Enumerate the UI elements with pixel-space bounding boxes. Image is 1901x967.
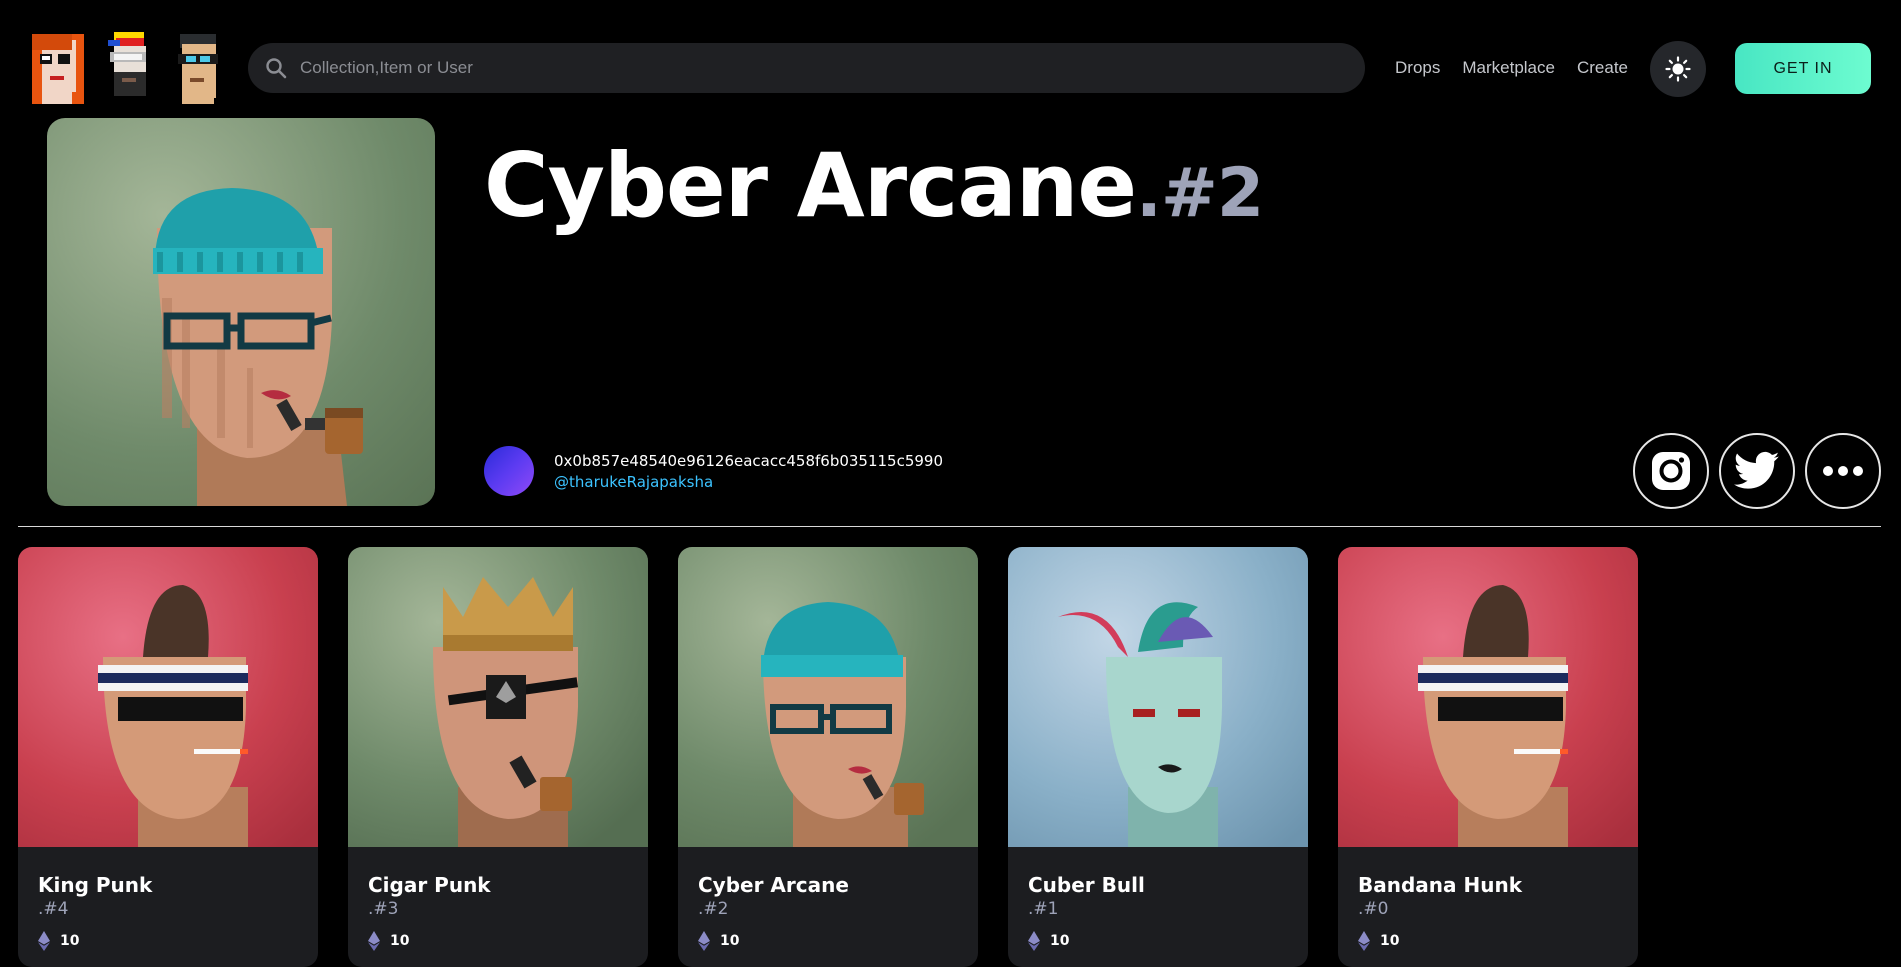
get-in-button[interactable]: GET IN <box>1735 43 1871 94</box>
nft-card-name: Cigar Punk <box>368 873 491 897</box>
nft-card-price: 10 <box>1358 931 1399 951</box>
cyber-arcane-artwork <box>153 188 363 506</box>
theme-toggle-button[interactable] <box>1650 41 1706 97</box>
punk-logo-cap[interactable] <box>98 26 158 106</box>
nft-card-image <box>1338 547 1638 847</box>
nav-drops[interactable]: Drops <box>1395 58 1440 78</box>
nft-card-price-value: 10 <box>390 933 410 949</box>
nft-card-image <box>348 547 648 847</box>
twitter-icon <box>1734 451 1780 489</box>
nft-card-number: .#4 <box>38 899 69 919</box>
logo-group[interactable] <box>28 26 228 106</box>
nft-card-price: 10 <box>1028 931 1069 951</box>
nft-card-price-value: 10 <box>60 933 80 949</box>
instagram-icon <box>1652 452 1690 490</box>
nft-card[interactable]: Cuber Bull .#1 10 <box>1008 547 1308 967</box>
cigar-punk-artwork <box>348 547 648 847</box>
nav-marketplace[interactable]: Marketplace <box>1462 58 1555 78</box>
nft-card-image <box>678 547 978 847</box>
punk-logo-red-hair[interactable] <box>28 26 88 106</box>
hero-nft-image <box>47 118 435 506</box>
owner-info: 0x0b857e48540e96126eacacc458f6b035115c59… <box>554 452 943 491</box>
nft-card-name: King Punk <box>38 873 153 897</box>
more-icon <box>1823 466 1863 476</box>
nft-card-name: Bandana Hunk <box>1358 873 1523 897</box>
nft-card[interactable]: Cigar Punk .#3 10 <box>348 547 648 967</box>
nft-card-price-value: 10 <box>1380 933 1400 949</box>
instagram-button[interactable] <box>1633 433 1709 509</box>
hero-title-number: .#2 <box>1136 154 1264 233</box>
ethereum-icon <box>368 931 380 951</box>
nft-card-price: 10 <box>698 931 739 951</box>
search-input[interactable] <box>300 58 1340 78</box>
nft-card-price: 10 <box>38 931 79 951</box>
section-divider <box>18 526 1881 527</box>
search-icon <box>266 58 287 79</box>
owner-block: 0x0b857e48540e96126eacacc458f6b035115c59… <box>484 446 943 496</box>
ethereum-icon <box>698 931 710 951</box>
nft-card-number: .#1 <box>1028 899 1059 919</box>
owner-handle-link[interactable]: @tharukeRajapaksha <box>554 473 943 491</box>
ethereum-icon <box>1028 931 1040 951</box>
nft-card-number: .#3 <box>368 899 399 919</box>
owner-address: 0x0b857e48540e96126eacacc458f6b035115c59… <box>554 451 944 470</box>
main-nav: Drops Marketplace Create <box>1395 58 1628 78</box>
social-buttons <box>1633 433 1881 509</box>
ethereum-icon <box>1358 931 1370 951</box>
top-header: Drops Marketplace Create GET IN <box>0 0 1901 118</box>
cuber-bull-artwork <box>1008 547 1308 847</box>
hero-title: Cyber Arcane.#2 <box>484 137 1264 235</box>
punk-logo-glasses[interactable] <box>168 26 228 106</box>
nft-card-price-value: 10 <box>720 933 740 949</box>
nft-card-name: Cyber Arcane <box>698 873 849 897</box>
nft-card-image <box>1008 547 1308 847</box>
king-punk-artwork <box>18 547 318 847</box>
hero-title-name: Cyber Arcane <box>484 134 1137 237</box>
nft-card[interactable]: Cyber Arcane .#2 10 <box>678 547 978 967</box>
nft-card-list: King Punk .#4 10 Cigar Punk .#3 10 Cyber… <box>18 547 1638 967</box>
nft-card-name: Cuber Bull <box>1028 873 1145 897</box>
search-bar[interactable] <box>248 43 1365 93</box>
owner-avatar[interactable] <box>484 446 534 496</box>
nft-card[interactable]: King Punk .#4 10 <box>18 547 318 967</box>
more-options-button[interactable] <box>1805 433 1881 509</box>
ethereum-icon <box>38 931 50 951</box>
nft-card-image <box>18 547 318 847</box>
nft-card[interactable]: Bandana Hunk .#0 10 <box>1338 547 1638 967</box>
twitter-button[interactable] <box>1719 433 1795 509</box>
nft-card-price: 10 <box>368 931 409 951</box>
cyber-arcane-card-artwork <box>678 547 978 847</box>
nft-card-number: .#0 <box>1358 899 1389 919</box>
sun-icon <box>1665 56 1691 82</box>
nav-create[interactable]: Create <box>1577 58 1628 78</box>
bandana-hunk-artwork <box>1338 547 1638 847</box>
nft-card-price-value: 10 <box>1050 933 1070 949</box>
nft-card-number: .#2 <box>698 899 729 919</box>
